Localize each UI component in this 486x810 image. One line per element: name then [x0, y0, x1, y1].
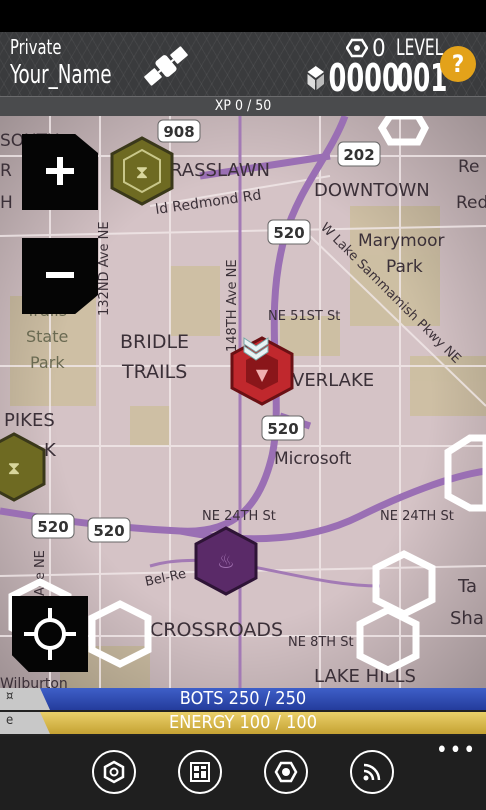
map-label-lake-hills: LAKE HILLS — [314, 666, 416, 687]
map-label-h: H — [0, 193, 13, 213]
red-portal-overlake[interactable]: ▼ — [230, 336, 294, 406]
route-shield-520-mid: 520 — [87, 517, 131, 543]
locate-me-button[interactable] — [12, 596, 88, 672]
map-label-trails: TRAILS — [121, 361, 187, 383]
map-label-ne51: NE 51ST St — [268, 309, 340, 324]
map-label-r: R — [0, 161, 12, 181]
map-label-ne8: NE 8TH St — [288, 635, 354, 650]
zoom-out-button[interactable] — [22, 238, 98, 314]
energy-label: ENERGY 100 / 100 — [168, 712, 318, 733]
map-label-re: Re — [458, 157, 480, 177]
more-menu-button[interactable]: ••• — [436, 738, 477, 763]
signal-icon — [363, 763, 381, 781]
stat-bars: ¤ BOTS 250 / 250 e ENERGY 100 / 100 — [0, 688, 486, 736]
svg-text:520: 520 — [273, 224, 304, 242]
map-label-ave-ne: Ave NE — [33, 550, 48, 596]
map-label-grasslawn: RASSLAWN — [170, 160, 270, 181]
satellite-icon[interactable] — [140, 40, 192, 92]
map-label-marymoor-park: Park — [386, 257, 423, 277]
plus-icon — [46, 157, 74, 185]
map-label-bridle: BRIDLE — [120, 331, 189, 353]
svg-text:908: 908 — [163, 123, 194, 141]
xp-label: XP 0 / 50 — [214, 98, 272, 114]
player-header: Private Your_Name 0 0000 LEVEL 001 ? — [0, 32, 486, 100]
green-portal-north[interactable]: ⧗ — [110, 136, 174, 206]
route-shield-520-center: 520 — [261, 415, 305, 441]
cube-counter: 0000 — [306, 56, 400, 100]
crosshair-icon — [24, 608, 76, 660]
map-label-148th: 148TH Ave NE — [225, 259, 240, 352]
gem-icon — [346, 38, 368, 58]
signal-button[interactable] — [350, 750, 394, 794]
map-label-overlake: VERLAKE — [292, 370, 374, 391]
map-label-trails-state-2: State — [26, 327, 68, 346]
map-label-ne24-east: NE 24TH St — [380, 509, 454, 524]
purple-portal-crossroads[interactable]: ♨ — [194, 526, 258, 596]
map-label-crossroads: CROSSROADS — [150, 619, 283, 641]
grid-icon — [190, 762, 210, 782]
player-rank: Private — [10, 35, 62, 59]
map-label-sha: Sha — [450, 608, 484, 629]
player-name: Your_Name — [10, 60, 112, 90]
svg-text:202: 202 — [343, 146, 374, 164]
svg-text:520: 520 — [267, 420, 298, 438]
map-label-downtown: DOWNTOWN — [314, 180, 430, 201]
map-label-k: K — [44, 440, 57, 461]
map-label-pikes: PIKES — [4, 410, 55, 431]
map-label-microsoft: Microsoft — [274, 449, 352, 469]
map-label-132nd: 132ND Ave NE — [97, 221, 112, 316]
cube-icon — [307, 66, 324, 90]
svg-text:520: 520 — [37, 518, 68, 536]
route-shield-908: 908 — [157, 119, 201, 143]
map-label-marymoor: Marymoor — [358, 231, 445, 251]
map-label-red: Red — [456, 193, 486, 213]
zoom-in-button[interactable] — [22, 134, 98, 210]
hex-nut-icon — [103, 760, 125, 784]
svg-text:520: 520 — [93, 522, 124, 540]
bots-bar: ¤ BOTS 250 / 250 — [0, 688, 486, 710]
route-shield-520-west: 520 — [31, 513, 75, 539]
svg-text:⧗: ⧗ — [136, 162, 149, 183]
svg-text:♨: ♨ — [217, 549, 235, 573]
gem-nut-icon — [274, 761, 298, 783]
cube-count: 0000 — [328, 56, 400, 100]
route-shield-520-north: 520 — [267, 219, 311, 245]
bots-label: BOTS 250 / 250 — [179, 688, 307, 709]
gem-button[interactable] — [264, 750, 308, 794]
xp-bar: XP 0 / 50 — [0, 96, 486, 118]
build-button[interactable] — [92, 750, 136, 794]
map-label-wilburton: Wilburton — [0, 676, 68, 688]
route-shield-202: 202 — [337, 141, 381, 167]
svg-text:▼: ▼ — [256, 365, 269, 384]
svg-text:⧗: ⧗ — [8, 458, 21, 479]
energy-bar: e ENERGY 100 / 100 — [0, 712, 486, 734]
inventory-button[interactable] — [178, 750, 222, 794]
help-button[interactable]: ? — [440, 46, 476, 82]
map-label-trails-state-3: Park — [30, 353, 65, 372]
app-bar: ••• — [0, 736, 486, 810]
map-label-ta: Ta — [457, 576, 477, 597]
map-view[interactable]: SOUTH R H RASSLAWN DOWNTOWN ld Redmond R… — [0, 116, 486, 688]
system-status-bar — [0, 0, 486, 32]
minus-icon — [46, 272, 74, 278]
map-label-ne24-west: NE 24TH St — [202, 509, 276, 524]
